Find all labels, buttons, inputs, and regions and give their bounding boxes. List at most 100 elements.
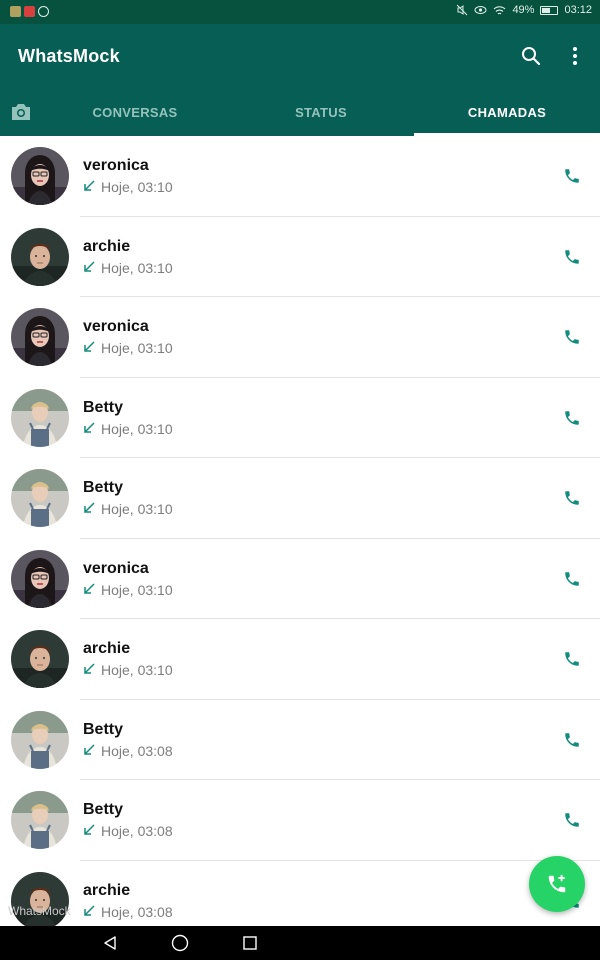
received-call-arrow-icon [83,824,97,838]
contact-name: Betty [83,479,124,496]
betty-avatar[interactable] [11,388,69,447]
call-button[interactable] [560,406,584,430]
call-time: Hoje, 03:10 [101,179,173,195]
received-call-arrow-icon [83,582,97,597]
call-row[interactable]: Betty Hoje, 03:10 [0,458,600,539]
tab-bar: CONVERSAS STATUS CHAMADAS [0,88,600,136]
phone-icon [565,410,579,425]
call-time: Hoje, 03:08 [101,903,173,920]
more-vert-icon[interactable] [563,44,587,68]
call-button[interactable] [560,567,584,591]
call-row[interactable]: veronica Hoje, 03:10 [0,297,600,378]
call-meta: Hoje, 03:08 [83,823,173,839]
tab-chamadas[interactable]: CHAMADAS [414,88,600,136]
phone-icon [565,249,579,264]
status-bar: 49% 03:12 [0,0,600,24]
call-meta: Hoje, 03:08 [83,743,173,759]
archie-avatar[interactable] [11,227,69,286]
call-time: Hoje, 03:10 [101,581,173,598]
received-call-arrow-icon [83,663,97,677]
call-time: Hoje, 03:10 [101,340,173,356]
call-row[interactable]: Betty Hoje, 03:08 [0,700,600,781]
phone-icon [565,169,579,183]
betty-avatar[interactable] [11,469,69,527]
betty-avatar[interactable] [11,710,69,769]
back-icon[interactable] [100,933,120,953]
phone-icon [565,652,579,666]
contact-name: veronica [83,559,149,577]
call-meta: Hoje, 03:10 [83,501,173,517]
call-meta: Hoje, 03:10 [83,260,173,276]
add-call-icon [548,874,566,893]
tab-status[interactable]: STATUS [228,88,414,136]
call-row[interactable]: Betty Hoje, 03:10 [0,378,600,459]
wifi-icon [494,5,506,14]
call-button[interactable] [560,245,584,269]
call-button[interactable] [560,728,584,752]
notification-icons [10,6,49,17]
received-call-arrow-icon [83,341,97,355]
eye-icon [474,6,487,14]
call-time: Hoje, 03:08 [101,742,173,759]
app-title: WhatsMock [18,46,120,66]
contact-name: Betty [83,398,124,416]
search-icon[interactable] [519,44,543,68]
watermark: WhatsMock [8,904,71,918]
phone-icon [565,571,579,586]
tab-conversas[interactable]: CONVERSAS [42,88,228,136]
contact-name: archie [83,640,131,657]
contact-name: archie [83,237,131,255]
received-call-arrow-icon [83,743,97,758]
call-time: Hoje, 03:08 [101,823,173,839]
received-call-arrow-icon [83,502,97,516]
call-meta: Hoje, 03:10 [83,179,173,195]
call-row[interactable]: veronica Hoje, 03:10 [0,539,600,620]
phone-icon [565,813,579,827]
contact-name: veronica [83,318,149,335]
received-call-arrow-icon [83,180,97,194]
call-meta: Hoje, 03:10 [83,582,173,598]
veronica-avatar[interactable] [11,308,69,366]
call-button[interactable] [560,647,584,671]
received-call-arrow-icon [83,904,97,919]
camera-icon[interactable] [0,88,42,136]
call-meta: Hoje, 03:10 [83,340,173,356]
clock: 03:12 [564,4,592,16]
call-time: Hoje, 03:10 [101,501,173,517]
call-row[interactable]: veronica Hoje, 03:10 [0,136,600,217]
archie-avatar[interactable] [11,630,69,688]
call-row[interactable]: Betty Hoje, 03:08 [0,780,600,861]
call-list: veronica Hoje, 03:10 archie Hoje, 03:10 … [0,136,600,926]
contact-name: Betty [83,801,124,818]
call-button[interactable] [560,808,584,832]
phone-icon [565,491,579,505]
call-row[interactable]: archie Hoje, 03:10 [0,217,600,298]
navigation-bar [0,926,600,960]
call-meta: Hoje, 03:10 [83,421,173,437]
received-call-arrow-icon [83,260,97,275]
call-time: Hoje, 03:10 [101,259,173,276]
call-button[interactable] [560,486,584,510]
veronica-avatar[interactable] [11,549,69,608]
call-row[interactable]: archie Hoje, 03:10 [0,619,600,700]
received-call-arrow-icon [83,421,97,436]
call-button[interactable] [560,164,584,188]
call-button[interactable] [560,325,584,349]
veronica-avatar[interactable] [11,147,69,205]
contact-name: archie [83,881,131,899]
contact-name: veronica [83,157,149,174]
betty-avatar[interactable] [11,791,69,849]
app-bar: WhatsMock CONVERSAS STATUS CHAMADAS [0,24,600,136]
mute-icon [457,4,468,16]
recents-icon[interactable] [240,933,260,953]
call-time: Hoje, 03:10 [101,662,173,678]
contact-name: Betty [83,720,124,738]
home-icon[interactable] [170,933,190,953]
call-time: Hoje, 03:10 [101,420,173,437]
battery-icon [540,5,559,15]
battery-percent: 49% [512,4,535,16]
status-indicators: 49% 03:12 [456,4,592,16]
pinterest-notification-icon [38,6,49,17]
new-call-button[interactable] [529,856,585,912]
call-row[interactable]: archie Hoje, 03:08 [0,861,600,926]
